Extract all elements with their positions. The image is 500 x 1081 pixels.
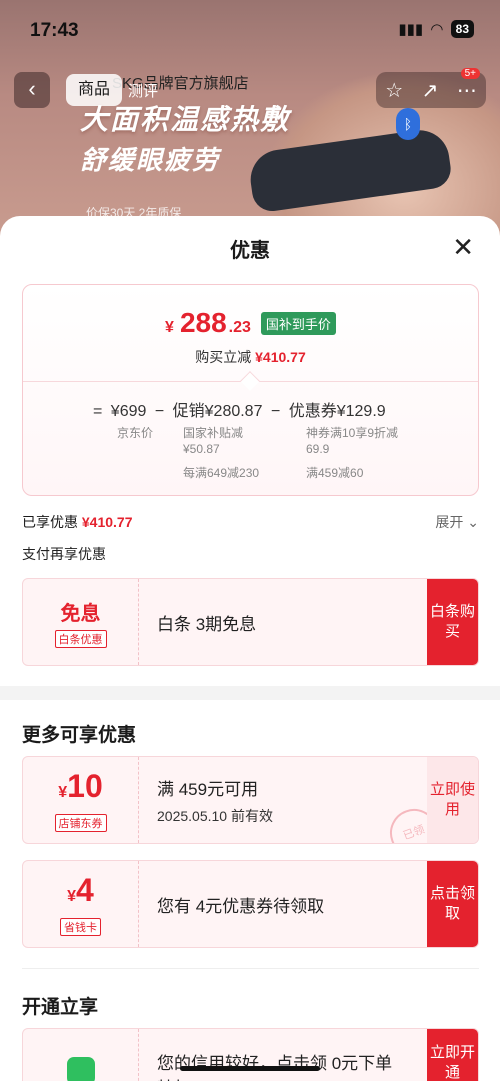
pay-more-title: 支付再享优惠 xyxy=(22,546,106,562)
expand-button[interactable]: 展开 ⌄ xyxy=(435,512,479,532)
coupon-description: 满 459元可用 2025.05.10 前有效 xyxy=(157,757,273,843)
credit-offer-line2: 特权 xyxy=(157,1074,392,1081)
enjoyed-amount: ¥410.77 xyxy=(81,514,133,530)
buy-reduce-label: 购买立减 xyxy=(195,349,252,365)
status-bar: 17:43 ▮▮▮ ◠ 83 xyxy=(0,0,500,62)
saver-text: 您有 4元优惠券待领取 xyxy=(157,896,325,916)
status-time: 17:43 xyxy=(30,20,79,41)
battery-icon: 83 xyxy=(450,20,474,38)
divider xyxy=(22,968,479,969)
credit-offer-card: 您的信用较好，点击领 0元下单 特权 立即开通 xyxy=(22,1028,479,1081)
price-integer: 288 xyxy=(179,307,227,338)
jd-price-label: 京东价 xyxy=(117,426,154,440)
home-indicator xyxy=(180,1066,320,1071)
saver-tag: 省钱卡 xyxy=(60,918,101,936)
banner-subheadline: 舒缓眼疲劳 xyxy=(80,145,221,175)
status-icons: ▮▮▮ ◠ 83 xyxy=(398,20,474,38)
claim-button[interactable]: 点击领取 xyxy=(427,861,478,947)
promo-sub-3: 每满649减230 xyxy=(183,466,260,480)
buy-reduce-amount: ¥410.77 xyxy=(255,349,306,365)
favorite-star-icon[interactable]: ☆ xyxy=(385,78,403,103)
price-formula: = ¥699 − 促销¥280.87 − 优惠券¥129.9 xyxy=(93,397,390,421)
back-button[interactable]: ‹ xyxy=(14,72,50,108)
formula-jd-price: ¥699 xyxy=(110,403,147,420)
coupon-description: 您的信用较好，点击领 0元下单 特权 xyxy=(157,1029,392,1081)
coupon-sub-1: 神券满10享9折减 xyxy=(306,426,399,440)
final-price: ¥ 288 .23 国补到手价 xyxy=(23,307,478,339)
formula-minus: − xyxy=(154,403,165,420)
activate-button[interactable]: 立即开通 xyxy=(427,1029,478,1081)
coupon-sub-2: 69.9 xyxy=(306,442,330,456)
interest-free-card: 免息 白条优惠 白条 3期免息 白条购买 xyxy=(22,578,479,666)
discount-sheet: 优惠 ✕ ¥ 288 .23 国补到手价 购买立减 ¥410.77 = ¥699… xyxy=(0,216,500,1081)
price-currency: ¥ xyxy=(165,319,174,336)
baitiao-tag: 白条优惠 xyxy=(54,630,107,648)
formula-coupon: 优惠券¥129.9 xyxy=(288,403,386,420)
buy-reduce: 购买立减 ¥410.77 xyxy=(23,347,478,367)
store-coupon-card: ¥10 店铺东券 满 459元可用 2025.05.10 前有效 已领 立即使用 xyxy=(22,756,479,844)
price-breakdown-card: ¥ 288 .23 国补到手价 购买立减 ¥410.77 = ¥699 − 促销… xyxy=(22,284,479,496)
interest-free-title: 免息 xyxy=(60,603,101,625)
enjoyed-label: 已享优惠 xyxy=(22,514,78,530)
pointer-triangle xyxy=(240,371,260,391)
saver-amount: ¥4 xyxy=(23,873,138,914)
store-coupon-amount: ¥10 xyxy=(23,769,138,810)
coupon-left: 免息 白条优惠 xyxy=(23,579,139,665)
sheet-title: 优惠 xyxy=(230,240,270,262)
store-coupon-expiry: 2025.05.10 前有效 xyxy=(157,807,273,824)
store-coupon-currency: ¥ xyxy=(58,784,68,801)
chevron-left-icon: ‹ xyxy=(28,76,36,101)
formula-minus: − xyxy=(270,403,281,420)
promo-sub-1: 国家补贴减 xyxy=(183,426,244,440)
banner-headline: 大面积温感热敷 xyxy=(80,104,291,135)
coupon-description: 您有 4元优惠券待领取 xyxy=(157,861,324,947)
gov-subsidy-tag: 国补到手价 xyxy=(260,311,336,335)
coupon-left xyxy=(23,1029,139,1081)
shopping-bag-icon xyxy=(67,1057,95,1081)
more-icon[interactable]: ⋯ xyxy=(457,78,477,103)
formula-equals: = xyxy=(93,403,103,420)
share-icon[interactable]: ↗ xyxy=(422,78,439,103)
store-coupon-value: 10 xyxy=(67,768,103,804)
close-icon: ✕ xyxy=(452,232,474,262)
signal-icon: ▮▮▮ xyxy=(398,21,424,38)
interest-free-text: 白条 3期免息 xyxy=(157,614,257,634)
saver-currency: ¥ xyxy=(67,888,77,905)
nav-actions: ☆ ↗ ⋯ 5+ xyxy=(376,68,486,108)
saver-value: 4 xyxy=(76,872,94,908)
section-gap xyxy=(0,686,500,700)
more-discounts-title: 更多可享优惠 xyxy=(22,725,137,746)
bluetooth-icon: ᛒ xyxy=(396,108,420,140)
formula-promo: 促销¥280.87 xyxy=(172,403,263,420)
coupon-description: 白条 3期免息 xyxy=(157,579,256,665)
close-button[interactable]: ✕ xyxy=(452,234,474,260)
promo-sub-2: ¥50.87 xyxy=(183,442,220,456)
baitiao-buy-button[interactable]: 白条购买 xyxy=(427,579,478,665)
notification-badge: 5+ xyxy=(460,68,480,79)
coupon-sub-3: 满459减60 xyxy=(306,466,364,480)
saver-card-coupon: ¥4 省钱卡 您有 4元优惠券待领取 点击领取 xyxy=(22,860,479,948)
enjoyed-discount-row: 已享优惠 ¥410.77 展开 ⌄ xyxy=(22,512,479,532)
coupon-left: ¥4 省钱卡 xyxy=(23,861,139,947)
store-coupon-tag: 店铺东券 xyxy=(54,814,107,832)
product-page-background: 17:43 ▮▮▮ ◠ 83 ᛒ ‹ SKG品牌官方旗舰店 商品 测评 ☆ ↗ … xyxy=(0,0,500,240)
coupon-left: ¥10 店铺东券 xyxy=(23,757,139,843)
open-now-title: 开通立享 xyxy=(22,997,99,1018)
use-now-button[interactable]: 立即使用 xyxy=(427,757,478,843)
wifi-icon: ◠ xyxy=(431,21,443,38)
price-decimal: .23 xyxy=(228,319,251,336)
store-coupon-condition: 满 459元可用 xyxy=(157,779,259,799)
